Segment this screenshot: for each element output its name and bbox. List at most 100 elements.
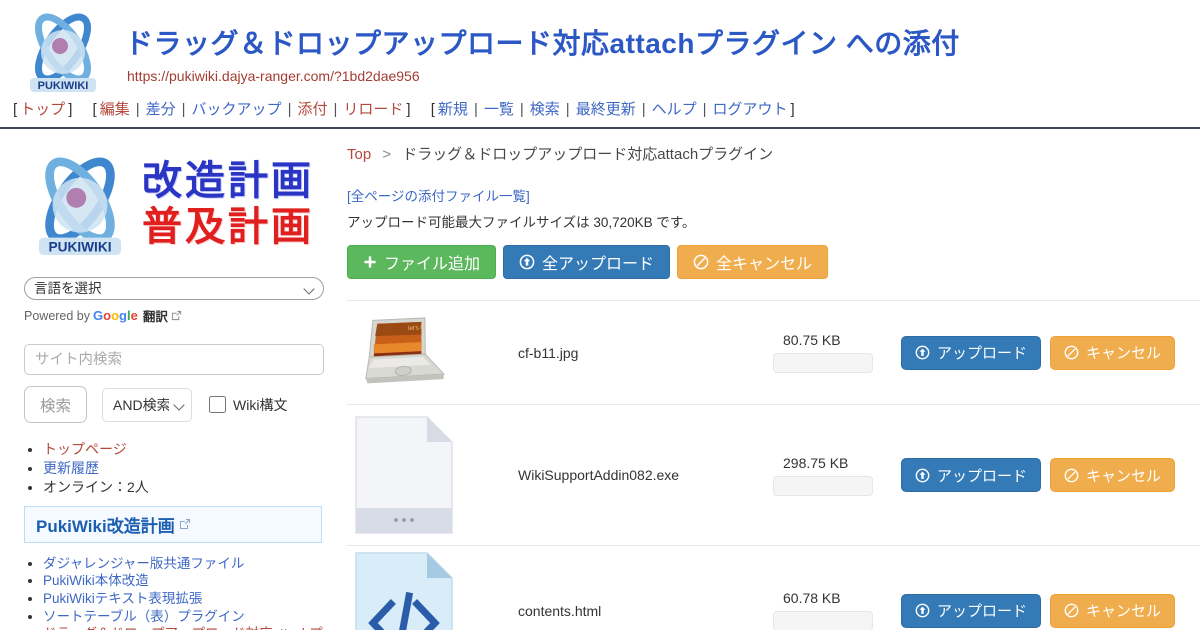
nav-item-edit[interactable]: 編集 [100,101,130,118]
nav-separator: | [136,101,140,118]
page-url-link[interactable]: https://pukiwiki.dajya-ranger.com/?1bd2d… [127,68,420,84]
sidebar: PUKIWIKI 改造計画 普及計画 言語を選択 Powered by Goog… [0,129,330,630]
language-select[interactable]: 言語を選択 [24,277,324,300]
bracket: [ [431,101,435,118]
upload-label: アップロード [937,342,1027,363]
upload-circle-icon [915,468,930,483]
nav-separator: | [703,101,707,118]
upload-file-table: let's 8 cf-b11.jpg 80.75 KB [347,300,1200,630]
nav-item-attach[interactable]: 添付 [297,101,327,118]
list-item: ドラッグ＆ドロップアップロード対応attachプラグイン [43,626,332,630]
max-filesize-text: アップロード可能最大ファイルサイズは 30,720KB です。 [347,211,1200,231]
sidebar-list-top: トップページ 更新履歴 オンライン：2人 [24,440,324,497]
nav-separator: | [566,101,570,118]
list-item: PukiWiki本体改造 [43,573,332,589]
nav-item-diff[interactable]: 差分 [146,101,176,118]
cancel-button[interactable]: キャンセル [1050,594,1175,628]
svg-text:let's 8: let's 8 [408,325,424,332]
nav-item-help[interactable]: ヘルプ [652,101,697,118]
nav-group-top: [トップ] [10,101,75,118]
file-name: contents.html [518,603,773,619]
google-logo: Google [93,308,138,323]
upload-all-label: 全アップロード [542,250,654,274]
ban-icon [1064,603,1079,618]
wiki-syntax-checkbox[interactable] [209,396,226,413]
nav-item-backup[interactable]: バックアップ [192,101,282,118]
page-header: PUKIWIKI ドラッグ＆ドロップアップロード対応attachプラグイン への… [0,0,1200,96]
upload-circle-icon [915,345,930,360]
ban-icon [1064,345,1079,360]
file-name: cf-b11.jpg [518,345,773,361]
cancel-button[interactable]: キャンセル [1050,458,1175,492]
upload-circle-icon [519,254,535,270]
sidebar-banner[interactable]: PUKIWIKI 改造計画 普及計画 [24,143,324,265]
banner-slogan: 改造計画 普及計画 [142,158,314,250]
nav-item-search[interactable]: 検索 [530,101,560,118]
sidebar-item-sort-table[interactable]: ソートテーブル（表）プラグイン [43,609,245,624]
table-row: WikiSupportAddin082.exe 298.75 KB アップロード… [347,405,1200,546]
nav-item-recent[interactable]: 最終更新 [576,101,636,118]
upload-all-button[interactable]: 全アップロード [503,245,670,279]
main-content: Top > ドラッグ＆ドロップアップロード対応attachプラグイン [全ページ… [330,129,1200,630]
sidebar-item-core-mod[interactable]: PukiWiki本体改造 [43,573,149,588]
file-size: 60.78 KB [773,590,901,606]
bracket: [ [93,101,97,118]
bracket: ] [791,101,795,118]
add-files-label: ファイル追加 [384,250,480,274]
plus-icon [363,255,377,269]
sidebar-item-dnd-attach[interactable]: ドラッグ＆ドロップアップロード対応attachプラグイン [43,626,323,630]
upload-label: アップロード [937,465,1027,486]
ban-icon [693,254,709,270]
nav-separator: | [288,101,292,118]
wiki-syntax-label: Wiki構文 [233,395,287,415]
breadcrumb: Top > ドラッグ＆ドロップアップロード対応attachプラグイン [347,143,1200,164]
site-search-input[interactable] [24,344,324,375]
sidebar-item-toppage[interactable]: トップページ [43,441,127,457]
nav-item-top[interactable]: トップ [20,101,65,118]
upload-progress-bar [773,611,873,630]
all-attachments-link[interactable]: [全ページの添付ファイル一覧] [347,185,530,205]
html-file-icon [355,552,453,630]
nav-item-list[interactable]: 一覧 [484,101,514,118]
upload-button[interactable]: アップロード [901,336,1041,370]
page-title: ドラッグ＆ドロップアップロード対応attachプラグイン への添付 [125,22,960,62]
search-mode-select[interactable]: AND検索 [102,388,192,422]
atom-logo-icon: PUKIWIKI [24,148,136,260]
file-name: WikiSupportAddin082.exe [518,467,773,483]
sidebar-item-text-ext[interactable]: PukiWikiテキスト表現拡張 [43,591,202,606]
upload-circle-icon [915,603,930,618]
add-files-button[interactable]: ファイル追加 [347,245,496,279]
sidebar-item-online-count: オンライン：2人 [43,478,324,496]
list-item: PukiWikiテキスト表現拡張 [43,591,332,607]
google-translate-credit: Powered by Google 翻訳 [24,306,324,325]
upload-button[interactable]: アップロード [901,458,1041,492]
atom-logo-icon: PUKIWIKI [18,6,108,96]
sidebar-item-common-files[interactable]: ダジャレンジャー版共通ファイル [43,556,244,571]
ban-icon [1064,468,1079,483]
sidebar-item-history[interactable]: 更新履歴 [43,460,99,476]
upload-button[interactable]: アップロード [901,594,1041,628]
cancel-all-button[interactable]: 全キャンセル [677,245,828,279]
generic-file-icon [355,416,453,534]
top-navbar: [トップ] [編集|差分|バックアップ|添付|リロード] [新規|一覧|検索|最… [0,96,1200,129]
sidebar-project-link[interactable]: PukiWiki改造計画 [36,512,175,537]
pukiwiki-logo[interactable]: PUKIWIKI [18,6,108,101]
nav-group-site: [新規|一覧|検索|最終更新|ヘルプ|ログアウト] [428,101,798,118]
nav-item-logout[interactable]: ログアウト [713,101,788,118]
table-row: contents.html 60.78 KB アップロード キャンセル [347,546,1200,630]
nav-separator: | [474,101,478,118]
nav-separator: | [333,101,337,118]
list-item: トップページ [43,440,324,458]
cancel-button[interactable]: キャンセル [1050,336,1175,370]
breadcrumb-current: ドラッグ＆ドロップアップロード対応attachプラグイン [402,146,773,163]
upload-progress-bar [773,353,873,373]
nav-group-page: [編集|差分|バックアップ|添付|リロード] [90,101,414,118]
nav-item-reload[interactable]: リロード [343,101,403,118]
nav-item-new[interactable]: 新規 [438,101,468,118]
breadcrumb-home-link[interactable]: Top [347,146,371,163]
cancel-label: キャンセル [1086,465,1161,486]
search-button[interactable]: 検索 [24,386,87,423]
list-item: ダジャレンジャー版共通ファイル [43,556,332,572]
banner-line-1: 改造計画 [142,158,314,204]
sidebar-project-box: PukiWiki改造計画 [24,506,322,543]
